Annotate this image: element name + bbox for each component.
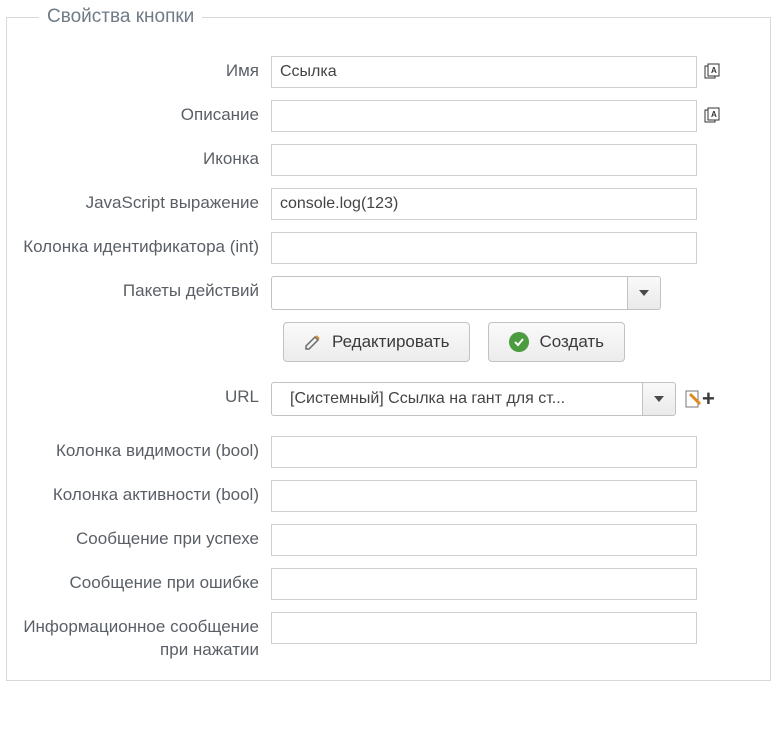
row-name: Имя A	[21, 56, 756, 88]
label-id-column: Колонка идентификатора (int)	[21, 232, 271, 259]
pencil-icon	[304, 333, 322, 351]
plus-icon: +	[702, 388, 715, 410]
label-name: Имя	[21, 56, 271, 83]
name-input[interactable]	[271, 56, 697, 88]
chevron-down-icon	[654, 396, 664, 402]
label-activity: Колонка активности (bool)	[21, 480, 271, 507]
translate-icon[interactable]: A	[703, 107, 721, 125]
icon-input[interactable]	[271, 144, 697, 176]
button-properties-fieldset: Свойства кнопки Имя A Описание A Иконка	[6, 6, 771, 681]
check-circle-icon	[509, 332, 529, 352]
activity-column-input[interactable]	[271, 480, 697, 512]
create-button-label: Создать	[539, 332, 604, 352]
error-message-input[interactable]	[271, 568, 697, 600]
label-description: Описание	[21, 100, 271, 127]
fieldset-legend: Свойства кнопки	[39, 6, 202, 28]
row-id-column: Колонка идентификатора (int)	[21, 232, 756, 264]
row-js: JavaScript выражение	[21, 188, 756, 220]
label-info-msg: Информационное сообщение при нажатии	[21, 612, 271, 662]
edit-page-icon	[684, 389, 704, 409]
row-success-msg: Сообщение при успехе	[21, 524, 756, 556]
label-js: JavaScript выражение	[21, 188, 271, 215]
dropdown-button[interactable]	[627, 276, 661, 310]
svg-text:A: A	[711, 66, 717, 75]
svg-text:A: A	[711, 110, 717, 119]
edit-button-label: Редактировать	[332, 332, 449, 352]
row-visibility: Колонка видимости (bool)	[21, 436, 756, 468]
action-packages-select[interactable]	[271, 276, 661, 310]
description-input[interactable]	[271, 100, 697, 132]
id-column-input[interactable]	[271, 232, 697, 264]
label-action-packages: Пакеты действий	[21, 276, 271, 303]
url-select[interactable]: [Системный] Ссылка на гант для ст...	[271, 382, 676, 416]
edit-url-button[interactable]: +	[684, 388, 715, 410]
label-error-msg: Сообщение при ошибке	[21, 568, 271, 595]
create-button[interactable]: Создать	[488, 322, 625, 362]
js-expression-input[interactable]	[271, 188, 697, 220]
row-description: Описание A	[21, 100, 756, 132]
dropdown-button[interactable]	[642, 382, 676, 416]
label-icon: Иконка	[21, 144, 271, 171]
url-value: [Системный] Ссылка на гант для ст...	[271, 382, 642, 416]
success-message-input[interactable]	[271, 524, 697, 556]
label-visibility: Колонка видимости (bool)	[21, 436, 271, 463]
translate-icon[interactable]: A	[703, 63, 721, 81]
action-buttons-row: Редактировать Создать	[283, 322, 756, 362]
row-activity: Колонка активности (bool)	[21, 480, 756, 512]
row-url: URL [Системный] Ссылка на гант для ст...…	[21, 382, 756, 416]
row-error-msg: Сообщение при ошибке	[21, 568, 756, 600]
action-packages-value	[271, 276, 627, 310]
row-icon: Иконка	[21, 144, 756, 176]
chevron-down-icon	[639, 290, 649, 296]
label-url: URL	[21, 382, 271, 409]
row-info-msg: Информационное сообщение при нажатии	[21, 612, 756, 662]
edit-button[interactable]: Редактировать	[283, 322, 470, 362]
row-action-packages: Пакеты действий	[21, 276, 756, 310]
label-success-msg: Сообщение при успехе	[21, 524, 271, 551]
visibility-column-input[interactable]	[271, 436, 697, 468]
info-message-input[interactable]	[271, 612, 697, 644]
